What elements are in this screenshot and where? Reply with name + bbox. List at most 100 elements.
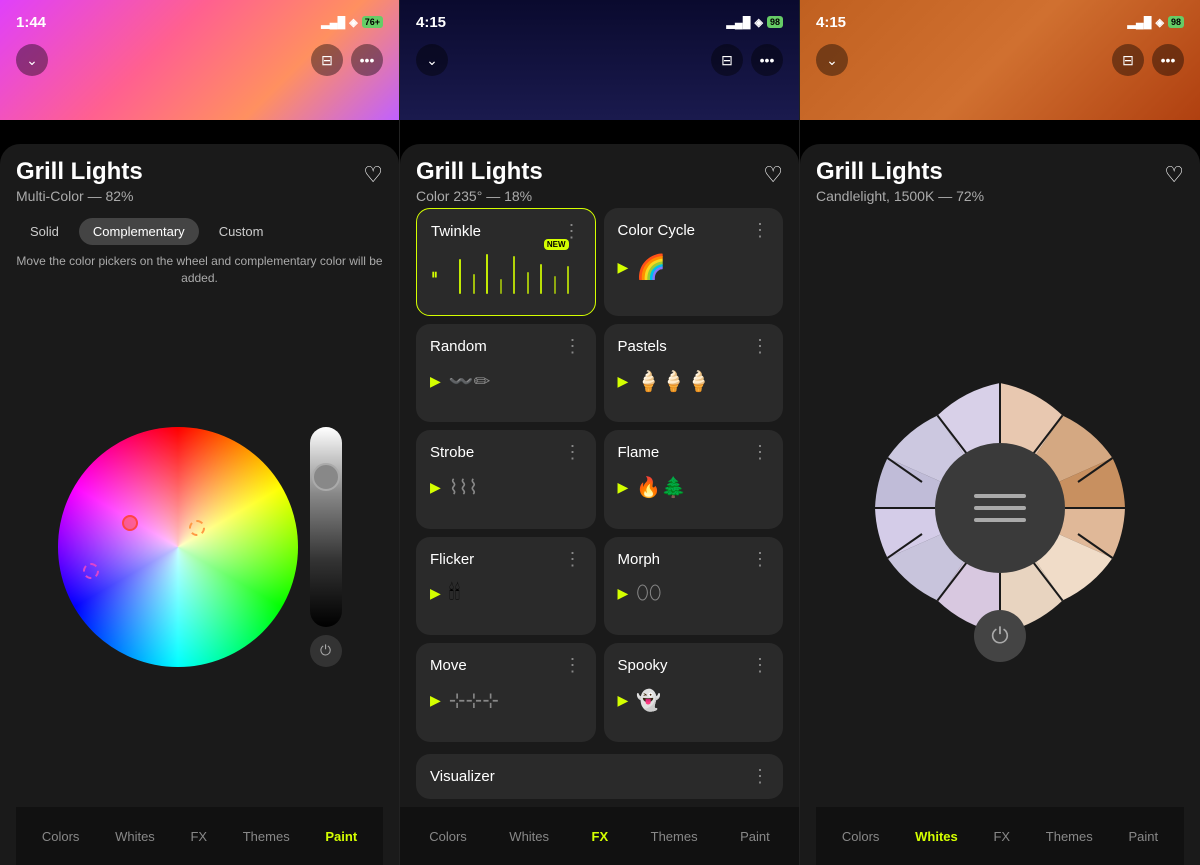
play-btn-morph[interactable]: ▶	[618, 585, 629, 602]
title-area-3: Grill Lights Candlelight, 1500K — 72%	[816, 158, 984, 204]
flicker-icon: 🕯🕯	[449, 582, 460, 605]
back-button-1[interactable]: ⌄	[16, 44, 48, 76]
nav-themes-3[interactable]: Themes	[1040, 821, 1099, 852]
power-button-3[interactable]: ⏻	[974, 610, 1026, 662]
play-btn-strobe[interactable]: ▶	[430, 479, 441, 496]
play-btn-flame[interactable]: ▶	[618, 479, 629, 496]
bottom-nav-1: Colors Whites FX Themes Paint	[16, 807, 383, 865]
play-btn-colorcycle[interactable]: ▶	[618, 259, 629, 276]
fx-card-header-strobe: Strobe ⋮	[430, 442, 582, 463]
fx-card-pastels[interactable]: Pastels ⋮ ▶ 🍦🍦🍦	[604, 324, 784, 423]
nav-fx-1[interactable]: FX	[184, 821, 213, 852]
tab-custom[interactable]: Custom	[205, 218, 278, 245]
status-icons-3: ▂▄█ ◈ 98	[1127, 16, 1184, 29]
fx-card-random[interactable]: Random ⋮ ▶ 〰️✏	[416, 324, 596, 423]
fx-title-move: Move	[430, 657, 467, 674]
nav-themes-2[interactable]: Themes	[645, 821, 704, 852]
back-button-3[interactable]: ⌄	[816, 44, 848, 76]
pause-btn-twinkle[interactable]: ⏸	[431, 266, 438, 283]
fx-dots-morph[interactable]: ⋮	[751, 549, 769, 570]
fx-card-bottom-twinkle: ⏸	[431, 254, 581, 294]
play-btn-random[interactable]: ▶	[430, 373, 441, 390]
more-button-3[interactable]: •••	[1152, 44, 1184, 76]
title-area-2: Grill Lights Color 235° — 18%	[416, 158, 543, 204]
color-dot-1[interactable]	[122, 515, 138, 531]
save-button-2[interactable]: ⊟	[711, 44, 743, 76]
brightness-slider[interactable]	[310, 427, 342, 627]
fx-list-visualizer[interactable]: Visualizer ⋮	[416, 754, 783, 799]
fx-grid: NEW Twinkle ⋮ ⏸	[416, 208, 783, 746]
app-subtitle-1: Multi-Color — 82%	[16, 188, 143, 204]
pastels-icon: 🍦🍦🍦	[636, 369, 711, 394]
fx-card-spooky[interactable]: Spooky ⋮ ▶ 👻	[604, 643, 784, 742]
brightness-thumb[interactable]	[312, 463, 340, 491]
fx-dots-flicker[interactable]: ⋮	[564, 549, 582, 570]
status-bar-1: 1:44 ▂▄█ ◈ 76+	[0, 0, 399, 44]
nav-paint-1[interactable]: Paint	[319, 821, 363, 852]
fx-card-flicker[interactable]: Flicker ⋮ ▶ 🕯🕯	[416, 537, 596, 636]
donut-svg	[870, 378, 1130, 638]
heart-button-3[interactable]: ♡	[1164, 162, 1184, 188]
app-title-3: Grill Lights	[816, 158, 984, 186]
bottom-nav-2: Colors Whites FX Themes Paint	[400, 807, 799, 865]
fx-dots-colorcycle[interactable]: ⋮	[751, 220, 769, 241]
tab-solid[interactable]: Solid	[16, 218, 73, 245]
signal-icon-3: ▂▄█	[1127, 16, 1151, 29]
more-button-2[interactable]: •••	[751, 44, 783, 76]
nav-colors-1[interactable]: Colors	[36, 821, 86, 852]
nav-themes-1[interactable]: Themes	[237, 821, 296, 852]
fx-dots-spooky[interactable]: ⋮	[751, 655, 769, 676]
fx-card-move[interactable]: Move ⋮ ▶ ⊹⊹⊹	[416, 643, 596, 742]
nav-colors-2[interactable]: Colors	[423, 821, 473, 852]
fx-card-twinkle[interactable]: NEW Twinkle ⋮ ⏸	[416, 208, 596, 316]
fx-card-strobe[interactable]: Strobe ⋮ ▶ ⌇⌇⌇	[416, 430, 596, 529]
nav-paint-2[interactable]: Paint	[734, 821, 776, 852]
fx-dots-flame[interactable]: ⋮	[751, 442, 769, 463]
nav-fx-2[interactable]: FX	[586, 821, 615, 852]
panel-2-content: Grill Lights Color 235° — 18% ♡ NEW Twin…	[400, 144, 799, 865]
fx-dots-move[interactable]: ⋮	[564, 655, 582, 676]
play-btn-spooky[interactable]: ▶	[618, 692, 629, 709]
fx-title-colorcycle: Color Cycle	[618, 222, 696, 239]
color-dot-3[interactable]	[83, 563, 99, 579]
colorcycle-icon: 🌈	[636, 253, 666, 282]
save-button-1[interactable]: ⊟	[311, 44, 343, 76]
fx-card-bottom-colorcycle: ▶ 🌈	[618, 253, 770, 282]
fx-card-morph[interactable]: Morph ⋮ ▶ ⬯⬯	[604, 537, 784, 636]
fx-card-header-pastels: Pastels ⋮	[618, 336, 770, 357]
fx-dots-strobe[interactable]: ⋮	[564, 442, 582, 463]
nav-whites-3[interactable]: Whites	[909, 821, 964, 852]
save-button-3[interactable]: ⊟	[1112, 44, 1144, 76]
fx-card-bottom-pastels: ▶ 🍦🍦🍦	[618, 369, 770, 394]
play-btn-pastels[interactable]: ▶	[618, 373, 629, 390]
fx-dots-pastels[interactable]: ⋮	[751, 336, 769, 357]
fx-card-flame[interactable]: Flame ⋮ ▶ 🔥🌲	[604, 430, 784, 529]
color-dot-2[interactable]	[189, 520, 205, 536]
play-btn-flicker[interactable]: ▶	[430, 585, 441, 602]
tab-complementary[interactable]: Complementary	[79, 218, 199, 245]
fx-card-bottom-flicker: ▶ 🕯🕯	[430, 582, 582, 605]
nav-whites-1[interactable]: Whites	[109, 821, 161, 852]
play-btn-move[interactable]: ▶	[430, 692, 441, 709]
color-wheel[interactable]	[58, 427, 298, 667]
twinkle-viz	[446, 254, 581, 294]
power-button-1[interactable]: ⏻	[310, 635, 342, 667]
more-button-1[interactable]: •••	[351, 44, 383, 76]
nav-fx-3[interactable]: FX	[987, 821, 1016, 852]
donut-chart[interactable]: ⏻	[870, 378, 1130, 638]
heart-button-1[interactable]: ♡	[363, 162, 383, 188]
fx-title-flame: Flame	[618, 444, 660, 461]
fx-dots-random[interactable]: ⋮	[564, 336, 582, 357]
status-icons-1: ▂▄█ ◈ 76+	[321, 16, 383, 29]
nav-colors-3[interactable]: Colors	[836, 821, 886, 852]
bottom-nav-3: Colors Whites FX Themes Paint	[816, 807, 1184, 865]
heart-button-2[interactable]: ♡	[763, 162, 783, 188]
flame-icon: 🔥🌲	[636, 475, 686, 500]
nav-paint-3[interactable]: Paint	[1122, 821, 1164, 852]
fx-dots-visualizer[interactable]: ⋮	[751, 766, 769, 787]
fx-card-colorcycle[interactable]: Color Cycle ⋮ ▶ 🌈	[604, 208, 784, 316]
nav-whites-2[interactable]: Whites	[503, 821, 555, 852]
back-button-2[interactable]: ⌄	[416, 44, 448, 76]
fx-title-flicker: Flicker	[430, 551, 474, 568]
whites-wheel-area: ⏻	[816, 208, 1184, 807]
